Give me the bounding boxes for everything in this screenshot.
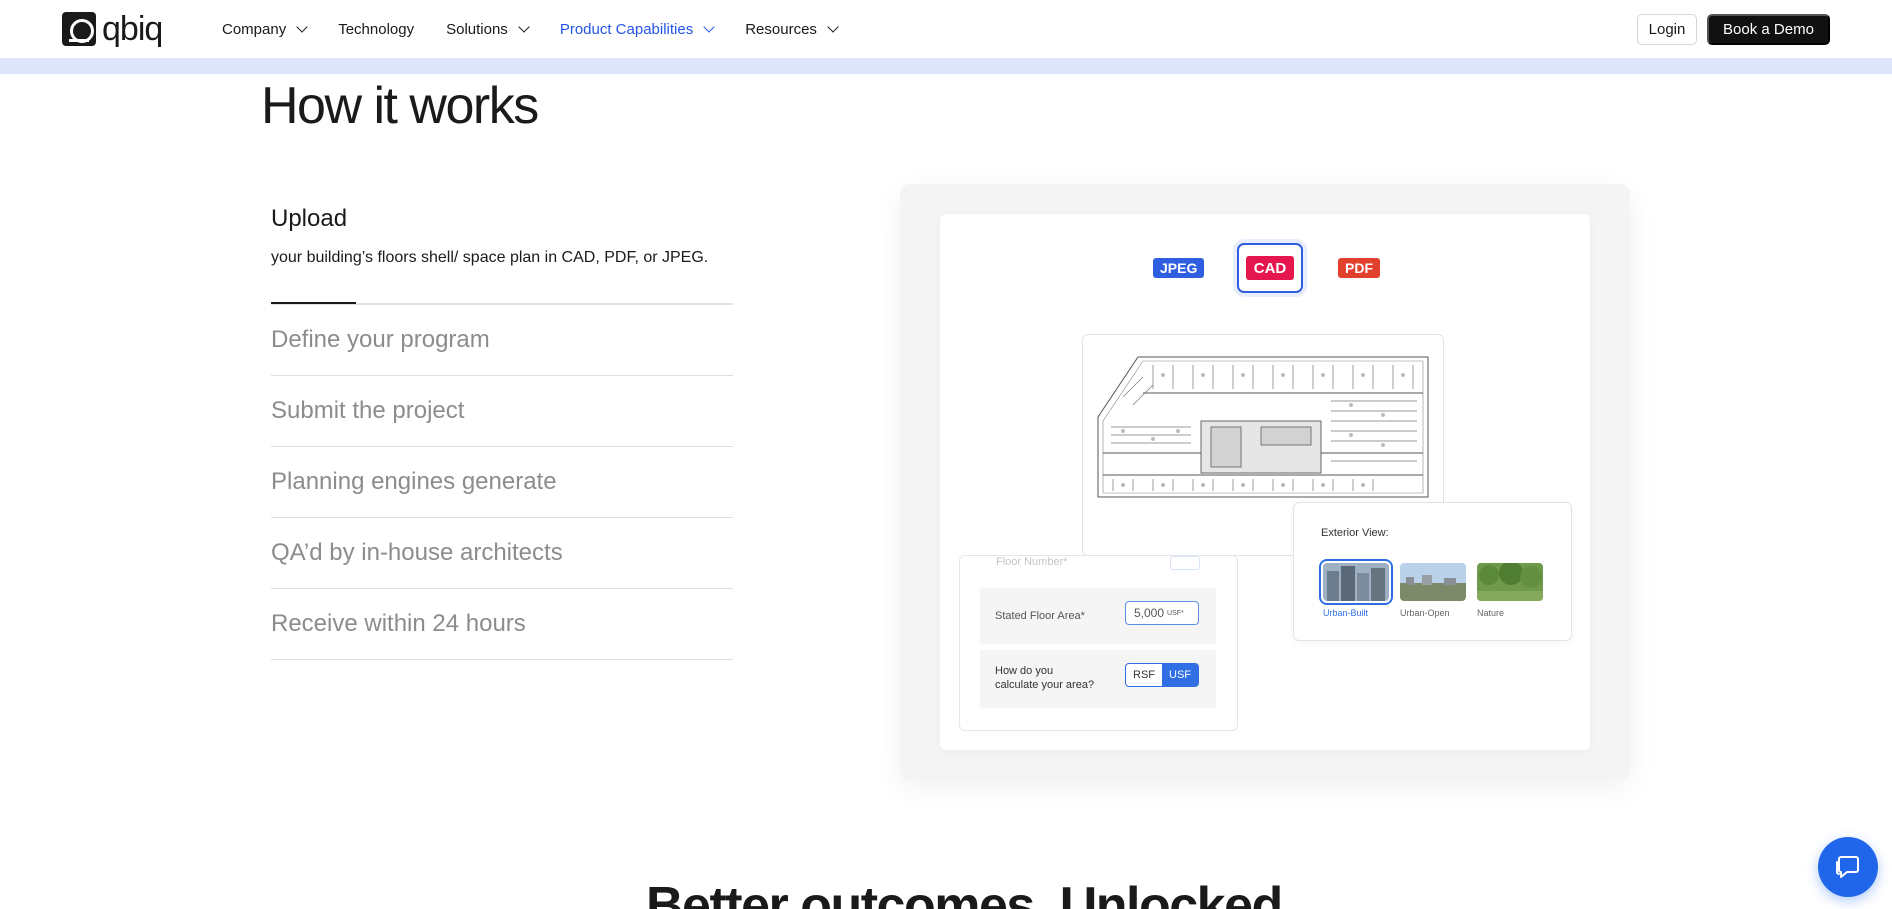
floor-details-form: Floor Number* Stated Floor Area* 5,000 U… (959, 555, 1238, 731)
area-unit-toggle: RSF USF (1125, 663, 1199, 687)
step-progress-bar (271, 302, 733, 305)
urban-built-thumbnail (1323, 563, 1389, 601)
urban-built-image (1319, 559, 1393, 605)
section-title: How it works (261, 77, 539, 135)
chat-button[interactable] (1818, 837, 1878, 897)
toggle-rsf: RSF (1133, 669, 1155, 681)
login-button[interactable]: Login (1637, 14, 1697, 45)
steps-list: Upload your building’s floors shell/ spa… (271, 203, 733, 660)
step-title: Upload (271, 205, 348, 232)
step-qa-architects[interactable]: QA’d by in-house architects (271, 518, 733, 589)
nav-technology[interactable]: Technology (338, 18, 414, 40)
nav-company[interactable]: Company (222, 18, 308, 40)
chevron-down-icon (518, 21, 530, 33)
exterior-option-label: Urban-Open (1400, 608, 1450, 618)
floor-number-field (1170, 556, 1200, 570)
step-define-program[interactable]: Define your program (271, 305, 733, 376)
floor-area-input: 5,000 USF* (1125, 601, 1199, 625)
exterior-option-nature: Nature (1477, 563, 1543, 618)
floor-area-row: Stated Floor Area* 5,000 USF* (980, 588, 1216, 644)
step-upload[interactable]: Upload your building’s floors shell/ spa… (271, 203, 733, 305)
nav-label: Solutions (446, 20, 508, 38)
next-section-title: Better outcomes. Unlocked (646, 877, 1283, 909)
logo[interactable]: qbiq (62, 10, 163, 48)
nav-label: Company (222, 20, 287, 38)
chevron-down-icon (703, 21, 715, 33)
nav-product-capabilities[interactable]: Product Capabilities (559, 18, 715, 40)
floor-area-unit: USF* (1167, 609, 1184, 617)
nav-label: Technology (338, 20, 415, 38)
nav-label: Product Capabilities (559, 20, 694, 38)
nav-resources[interactable]: Resources (745, 18, 839, 40)
exterior-option-label: Urban-Built (1323, 608, 1369, 618)
cad-badge: CAD (1245, 256, 1295, 280)
area-calc-label: How do you calculate your area? (995, 664, 1094, 692)
toggle-usf: USF (1162, 664, 1198, 686)
exterior-view-card: Exterior View: Urban-Built Urban-Open Na… (1293, 502, 1572, 641)
jpeg-badge: JPEG (1153, 258, 1205, 278)
cad-badge-selected: CAD (1237, 243, 1303, 293)
pdf-badge: PDF (1338, 258, 1380, 278)
exterior-option-urban-open: Urban-Open (1400, 563, 1466, 618)
step-description: your building’s floors shell/ space plan… (271, 249, 709, 266)
exterior-option-label: Nature (1477, 608, 1505, 618)
site-header: qbiq Company Technology Solutions Produc… (0, 0, 1892, 58)
book-demo-button[interactable]: Book a Demo (1707, 14, 1830, 45)
urban-open-image (1400, 563, 1466, 601)
chevron-down-icon (296, 21, 308, 33)
area-calc-label-line1: How do you (995, 665, 1054, 677)
exterior-view-title: Exterior View: (1321, 527, 1389, 539)
nature-image (1477, 563, 1543, 601)
step-progress-fill (271, 302, 356, 304)
chat-icon (1836, 856, 1859, 878)
floor-number-label: Floor Number* (996, 556, 1068, 568)
logo-mark-icon (62, 12, 96, 46)
step-receive-24h[interactable]: Receive within 24 hours (271, 589, 733, 660)
floor-area-label: Stated Floor Area* (995, 610, 1085, 622)
nav-label: Resources (745, 20, 817, 38)
main-nav: Company Technology Solutions Product Cap… (222, 18, 869, 40)
step-submit-project[interactable]: Submit the project (271, 376, 733, 447)
chevron-down-icon (827, 21, 839, 33)
nature-thumbnail (1477, 563, 1543, 601)
nav-solutions[interactable]: Solutions (446, 18, 530, 40)
floor-area-value: 5,000 (1134, 606, 1165, 620)
step-planning-engines[interactable]: Planning engines generate (271, 447, 733, 518)
area-calc-label-line2: calculate your area? (995, 679, 1095, 691)
logo-text: qbiq (102, 10, 163, 48)
area-calc-row: How do you calculate your area? RSF USF (980, 650, 1216, 708)
exterior-option-urban-built: Urban-Built (1319, 559, 1393, 618)
header-accent-band (0, 58, 1892, 74)
urban-open-thumbnail (1400, 563, 1466, 601)
